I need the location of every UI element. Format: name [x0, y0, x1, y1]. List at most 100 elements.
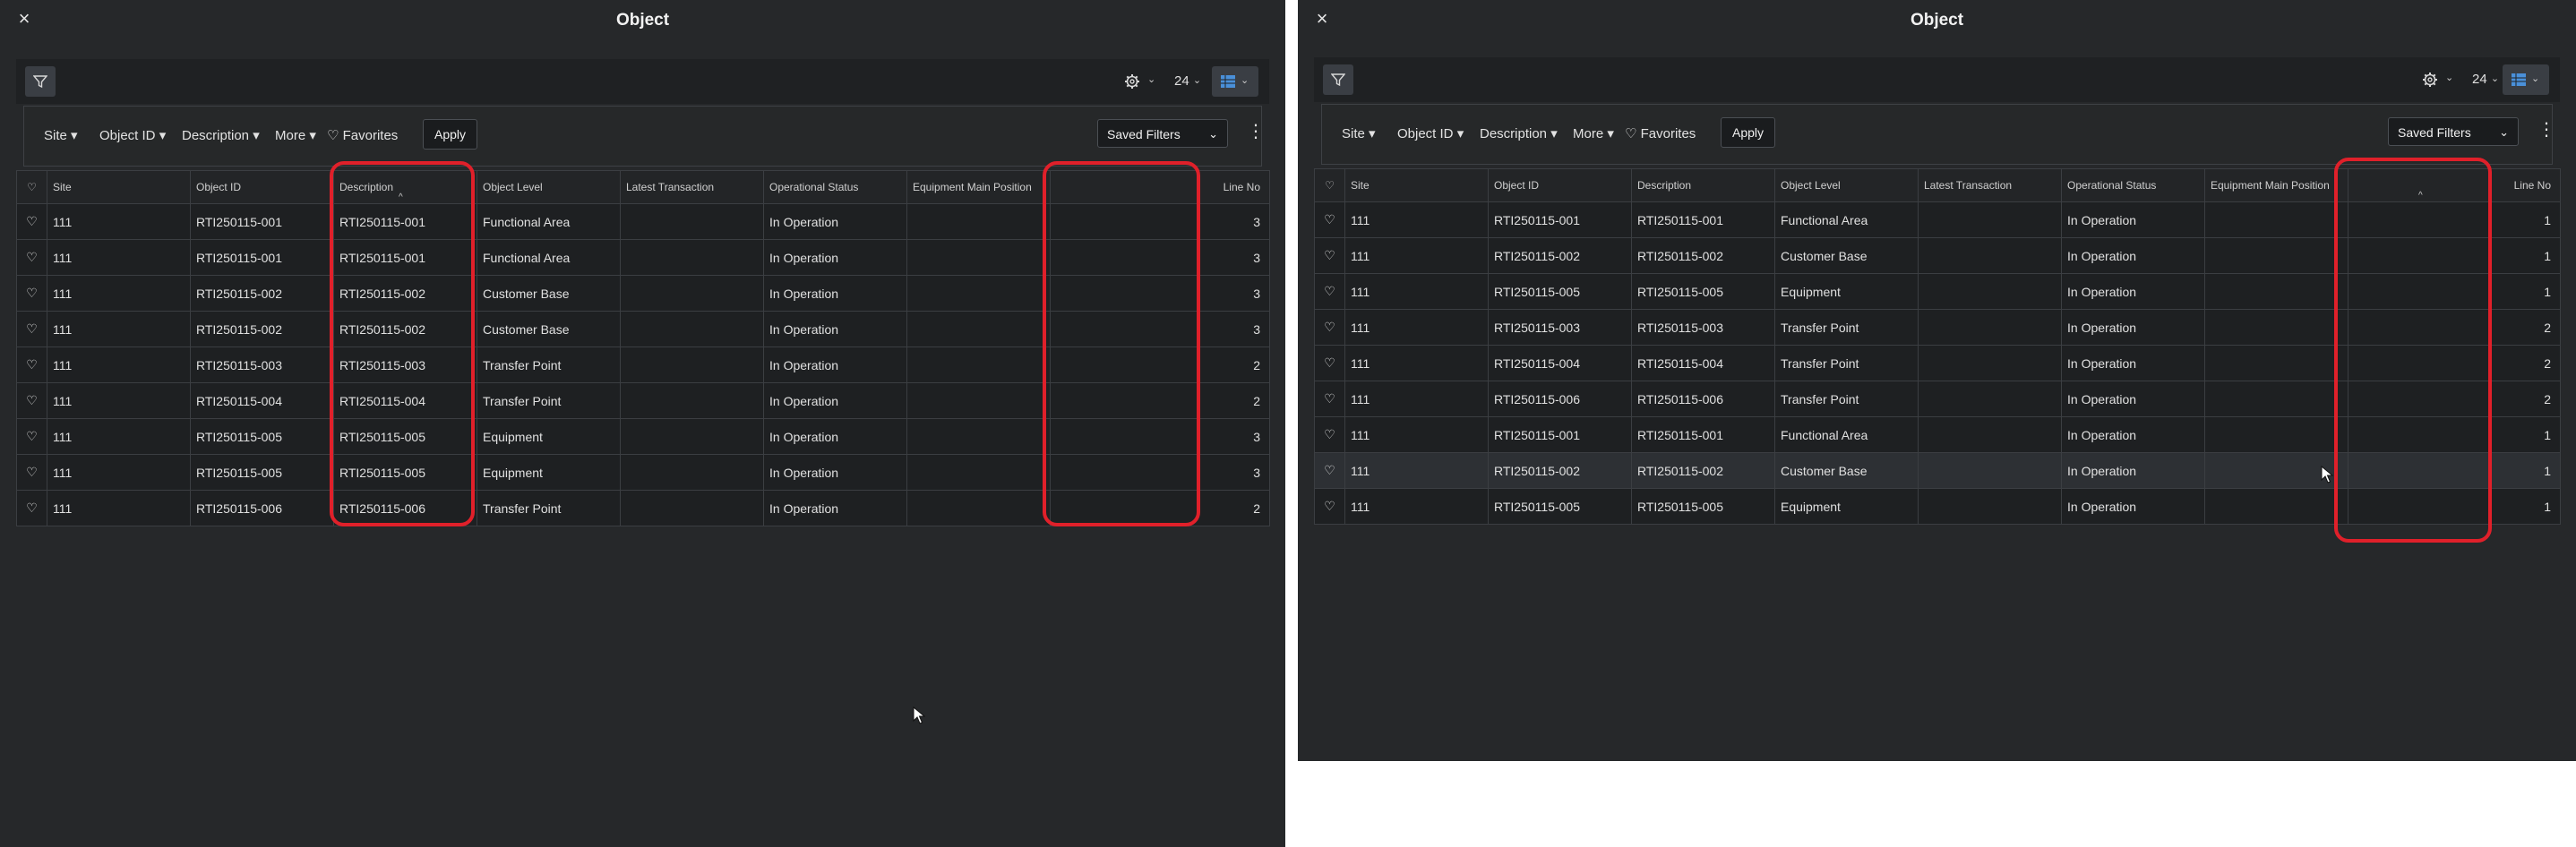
cell-object-level: Transfer Point	[1774, 381, 1919, 417]
heart-icon[interactable]: ♡	[1324, 320, 1335, 334]
settings-button[interactable]: ⌄	[1124, 72, 1160, 91]
cell-latest-transaction	[1918, 201, 2062, 238]
heart-icon[interactable]: ♡	[26, 250, 38, 264]
filter-chip-site[interactable]: Site ▾	[44, 127, 78, 143]
heart-icon[interactable]: ♡	[26, 500, 38, 515]
heart-icon[interactable]: ♡	[1324, 355, 1335, 370]
favorite-cell: ♡	[16, 275, 47, 312]
cell-object-id: RTI250115-002	[1488, 237, 1632, 274]
column-header-operational-status[interactable]: Operational Status	[2061, 168, 2205, 202]
object-dialog-right: × Object ⌄ 24 ⌄ ⌄ Site ▾ Object ID ▾ Des…	[1298, 0, 2576, 761]
cell-operational-status: In Operation	[763, 418, 907, 455]
column-header-object-id[interactable]: Object ID	[1488, 168, 1632, 202]
cell-equipment-main-position	[2204, 237, 2348, 274]
filter-toggle-button[interactable]	[1323, 64, 1353, 95]
filter-chip-more[interactable]: More ▾	[275, 127, 316, 143]
heart-icon[interactable]: ♡	[1324, 248, 1335, 262]
chevron-down-icon: ⌄	[1147, 74, 1156, 85]
filter-chip-description[interactable]: Description ▾	[182, 127, 260, 143]
cell-operational-status: In Operation	[2061, 237, 2205, 274]
heart-icon[interactable]: ♡	[26, 429, 38, 443]
cell-operational-status: In Operation	[763, 311, 907, 347]
heart-icon[interactable]: ♡	[1324, 284, 1335, 298]
saved-filters-select[interactable]: Saved Filters ⌄	[2388, 117, 2519, 146]
saved-filters-select[interactable]: Saved Filters ⌄	[1097, 119, 1228, 148]
favorite-cell: ♡	[1314, 488, 1345, 525]
heart-icon[interactable]: ♡	[1324, 463, 1335, 477]
column-header-equipment-main-position[interactable]: Equipment Main Position	[906, 170, 1051, 204]
heart-icon[interactable]: ♡	[26, 393, 38, 407]
cell-operational-status: In Operation	[763, 239, 907, 276]
cell-latest-transaction	[1918, 273, 2062, 310]
heart-icon[interactable]: ♡	[1324, 212, 1335, 227]
column-header-object-level[interactable]: Object Level	[477, 170, 621, 204]
column-header-object-level[interactable]: Object Level	[1774, 168, 1919, 202]
cell-object-id: RTI250115-002	[190, 311, 334, 347]
apply-button[interactable]: Apply	[423, 119, 478, 150]
filter-chip-object-id[interactable]: Object ID ▾	[1397, 125, 1464, 141]
cell-description: RTI250115-005	[1631, 488, 1775, 525]
column-header-latest-transaction[interactable]: Latest Transaction	[620, 170, 764, 204]
cell-operational-status: In Operation	[763, 382, 907, 419]
column-header-operational-status[interactable]: Operational Status	[763, 170, 907, 204]
filter-chip-object-id[interactable]: Object ID ▾	[99, 127, 166, 143]
filter-chip-description[interactable]: Description ▾	[1480, 125, 1558, 141]
cell-latest-transaction	[620, 346, 764, 383]
filter-icon	[1331, 73, 1345, 87]
column-header-object-id[interactable]: Object ID	[190, 170, 334, 204]
cell-description: RTI250115-006	[1631, 381, 1775, 417]
cell-operational-status: In Operation	[763, 346, 907, 383]
cell-site: 111	[47, 275, 191, 312]
heart-icon[interactable]: ♡	[1324, 427, 1335, 441]
cell-equipment-main-position	[2204, 309, 2348, 346]
heart-icon[interactable]: ♡	[26, 321, 38, 336]
column-header-site[interactable]: Site	[47, 170, 191, 204]
filter-bar: Site ▾ Object ID ▾ Description ▾ More ▾ …	[1321, 104, 2555, 165]
cell-object-level: Customer Base	[477, 311, 621, 347]
filter-chip-site[interactable]: Site ▾	[1342, 125, 1376, 141]
cell-operational-status: In Operation	[2061, 345, 2205, 381]
cell-equipment-main-position	[2204, 273, 2348, 310]
filter-toggle-button[interactable]	[25, 66, 56, 97]
cell-site: 111	[47, 382, 191, 419]
chevron-down-icon: ⌄	[1208, 127, 1218, 141]
highlight-line-no-column	[2334, 158, 2492, 543]
cell-description: RTI250115-002	[1631, 452, 1775, 489]
heart-icon[interactable]: ♡	[26, 286, 38, 300]
page-size-select[interactable]: 24 ⌄	[2472, 72, 2499, 87]
more-options-icon[interactable]: ⋮	[2537, 121, 2555, 142]
heart-icon[interactable]: ♡	[26, 357, 38, 372]
settings-button[interactable]: ⌄	[2422, 70, 2458, 90]
view-mode-button[interactable]: ⌄	[2503, 64, 2549, 95]
cell-object-level: Transfer Point	[477, 382, 621, 419]
cell-site: 111	[1344, 201, 1489, 238]
more-options-icon[interactable]: ⋮	[1247, 123, 1265, 144]
cell-equipment-main-position	[906, 454, 1051, 491]
dialog-header: × Object	[1298, 0, 2576, 43]
column-header-description[interactable]: Description	[1631, 168, 1775, 202]
cell-object-level: Transfer Point	[477, 346, 621, 383]
heart-icon[interactable]: ♡	[26, 214, 38, 228]
favorites-button[interactable]: ♡ Favorites	[1625, 125, 1696, 141]
filter-chip-more[interactable]: More ▾	[1573, 125, 1614, 141]
favorite-cell: ♡	[16, 346, 47, 383]
heart-icon[interactable]: ♡	[1324, 391, 1335, 406]
cell-equipment-main-position	[906, 239, 1051, 276]
cell-object-id: RTI250115-004	[190, 382, 334, 419]
favorite-cell: ♡	[1314, 237, 1345, 274]
column-header-equipment-main-position[interactable]: Equipment Main Position	[2204, 168, 2348, 202]
cell-latest-transaction	[620, 311, 764, 347]
heart-icon[interactable]: ♡	[1324, 499, 1335, 513]
heart-icon[interactable]: ♡	[26, 465, 38, 479]
column-header-latest-transaction[interactable]: Latest Transaction	[1918, 168, 2062, 202]
favorites-button[interactable]: ♡ Favorites	[327, 127, 398, 143]
column-header-site[interactable]: Site	[1344, 168, 1489, 202]
cell-latest-transaction	[1918, 309, 2062, 346]
favorite-cell: ♡	[16, 490, 47, 526]
apply-button[interactable]: Apply	[1721, 117, 1776, 148]
cell-site: 111	[1344, 416, 1489, 453]
cell-latest-transaction	[620, 239, 764, 276]
view-mode-button[interactable]: ⌄	[1212, 66, 1258, 97]
favorite-cell: ♡	[16, 418, 47, 455]
page-size-select[interactable]: 24 ⌄	[1174, 73, 1201, 89]
